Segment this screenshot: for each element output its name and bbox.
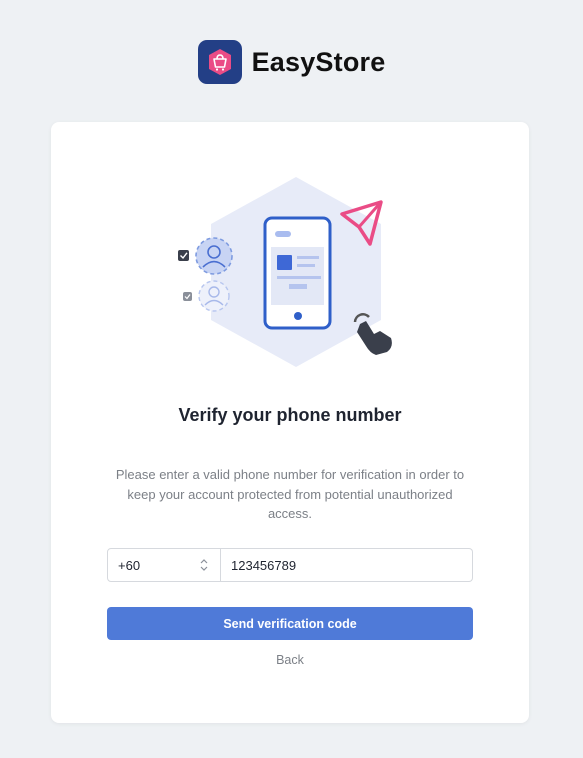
page-title: Verify your phone number (178, 405, 402, 425)
chevron-up-down-icon (200, 559, 208, 571)
back-link[interactable]: Back (51, 653, 529, 667)
phone-number-field-group: +60 (107, 548, 473, 582)
shopping-bag-icon (197, 40, 242, 84)
verification-card: Verify your phone number Please enter a … (51, 122, 529, 723)
brand-header: EasyStore (0, 40, 583, 84)
phone-verification-illustration (178, 177, 392, 367)
send-verification-code-button[interactable]: Send verification code (107, 607, 473, 640)
brand-name: EasyStore (251, 46, 386, 77)
page-description: Please enter a valid phone number for ve… (115, 467, 465, 521)
phone-number-input[interactable] (221, 548, 473, 582)
country-code-value: +60 (118, 557, 141, 573)
country-code-select[interactable]: +60 (107, 548, 221, 582)
